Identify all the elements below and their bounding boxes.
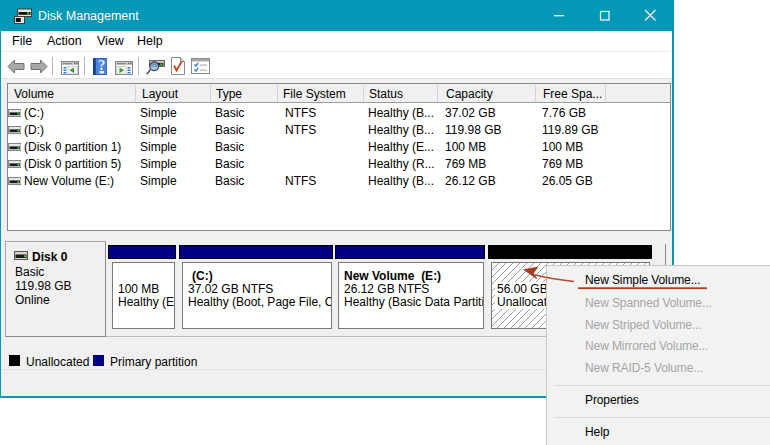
svg-text:?: ? xyxy=(98,58,105,73)
